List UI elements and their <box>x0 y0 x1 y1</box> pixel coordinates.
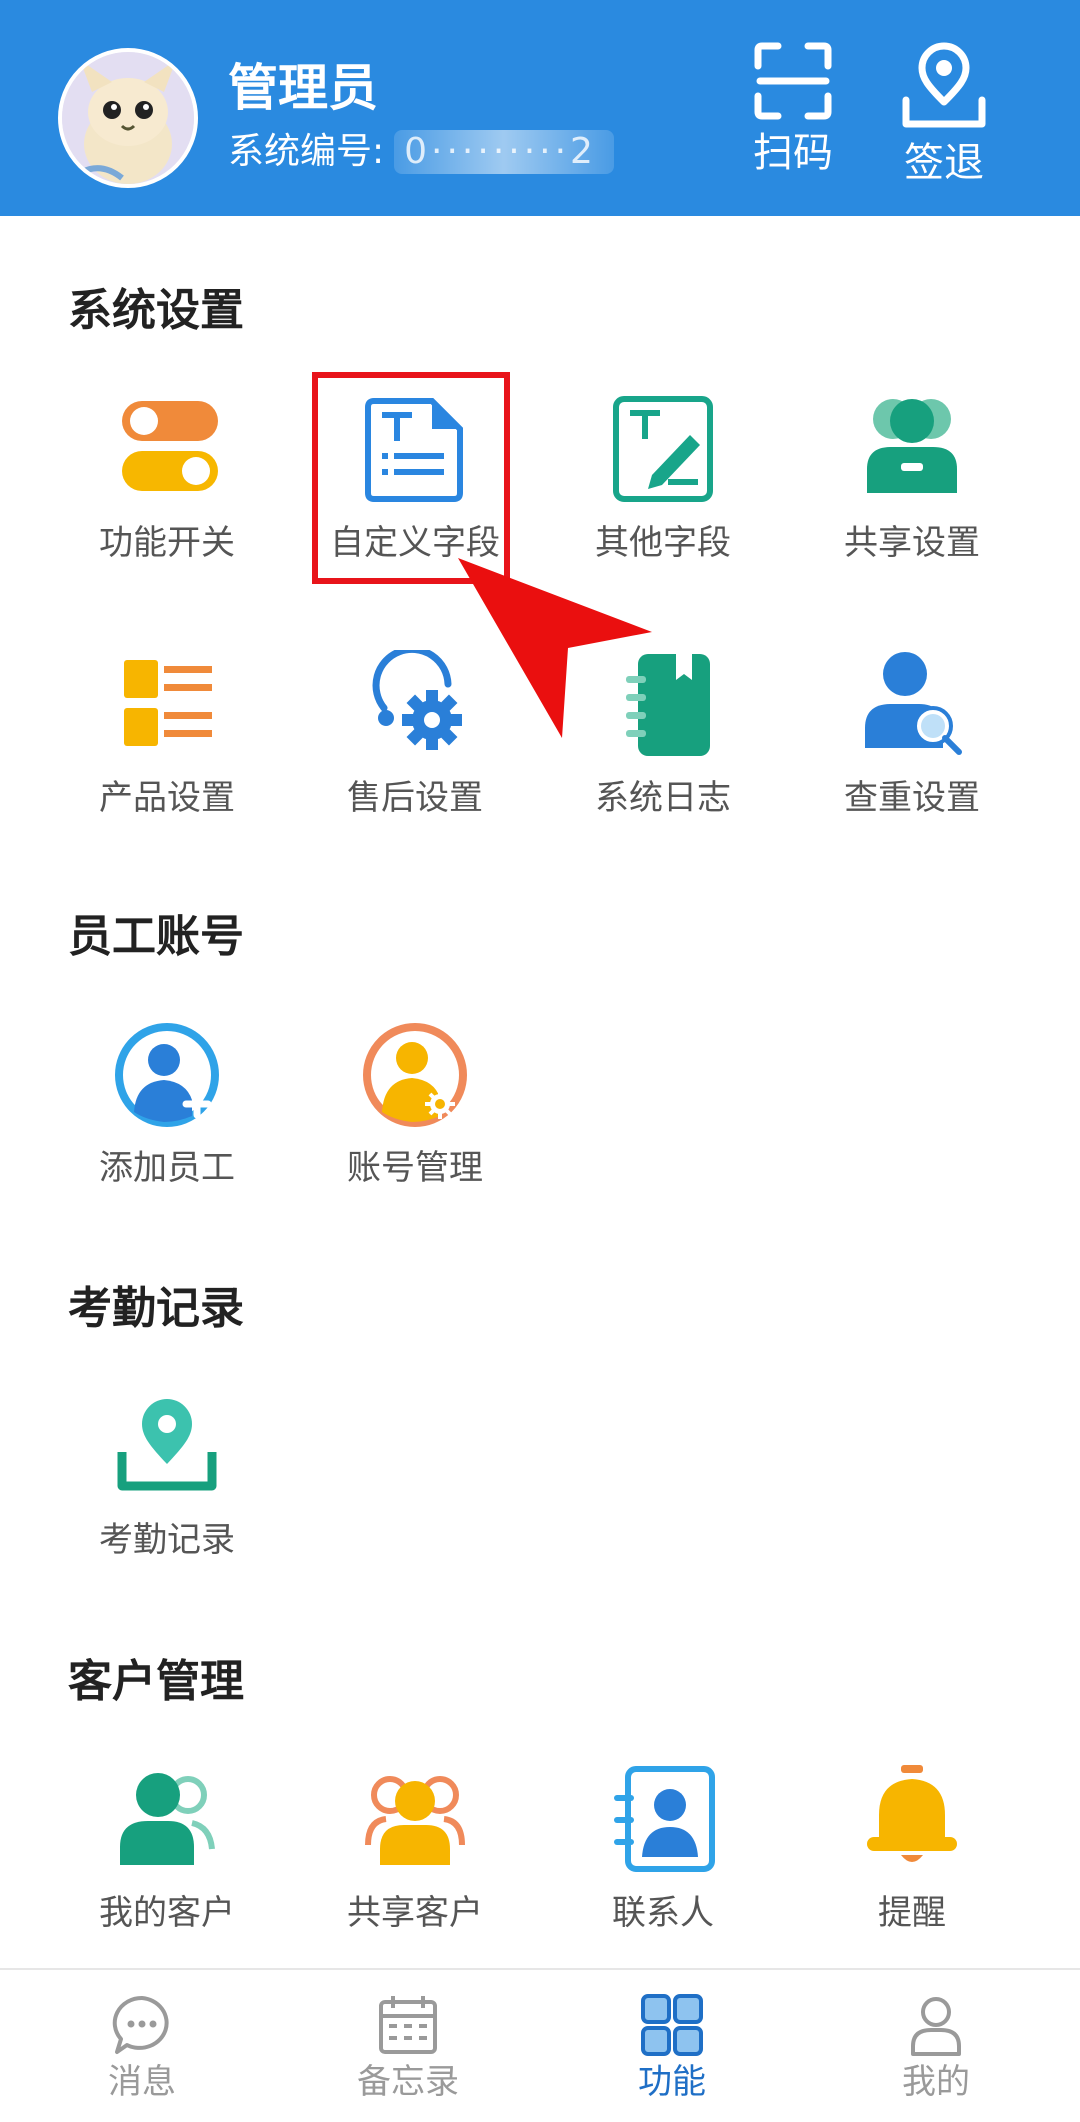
tile-feature-switch[interactable]: 功能开关 <box>42 395 292 575</box>
tab-messages[interactable]: 消息 <box>42 1992 242 2104</box>
system-id-value: 0·········2 <box>394 130 615 174</box>
scan-label: 扫码 <box>753 130 833 176</box>
tab-label: 备忘录 <box>357 2062 459 2102</box>
tile-label: 共享设置 <box>844 523 980 563</box>
tile-label: 我的客户 <box>99 1893 235 1933</box>
tab-label: 消息 <box>108 2062 176 2102</box>
system-id: 系统编号: 0·········2 <box>228 130 615 174</box>
my-customers-icon <box>112 1765 222 1875</box>
cat-avatar-icon <box>62 52 194 184</box>
location-checkout-icon <box>902 42 986 128</box>
tile-label: 考勤记录 <box>99 1520 235 1560</box>
tile-label: 添加员工 <box>99 1148 235 1188</box>
tile-contacts[interactable]: 联系人 <box>538 1765 788 1945</box>
tile-label: 联系人 <box>612 1893 714 1933</box>
location-pin-icon <box>112 1392 222 1502</box>
chat-bubble-icon <box>112 1995 169 2054</box>
checkout-button[interactable]: 签退 <box>884 40 1004 188</box>
add-user-icon <box>112 1020 222 1130</box>
section-title-staff: 员工账号 <box>68 911 244 962</box>
person-icon <box>911 1997 961 2056</box>
tile-dedupe-settings[interactable]: 查重设置 <box>787 650 1037 830</box>
shared-users-icon <box>857 395 967 505</box>
tab-memo[interactable]: 备忘录 <box>308 1992 508 2104</box>
tile-label: 查重设置 <box>844 778 980 818</box>
tile-other-field[interactable]: 其他字段 <box>538 395 788 575</box>
scan-icon <box>754 42 832 120</box>
system-id-label: 系统编号: <box>228 131 385 172</box>
tile-label: 提醒 <box>878 1893 946 1933</box>
section-title-system: 系统设置 <box>68 285 244 336</box>
grid-icon <box>641 1994 703 2056</box>
toggle-switch-icon <box>112 395 222 505</box>
calendar-icon <box>379 1996 437 2054</box>
tab-label: 我的 <box>902 2062 970 2102</box>
user-search-icon <box>857 650 967 760</box>
tile-my-customers[interactable]: 我的客户 <box>42 1765 292 1945</box>
section-title-attendance: 考勤记录 <box>68 1283 244 1334</box>
text-edit-icon <box>608 395 718 505</box>
user-name: 管理员 <box>228 59 378 117</box>
tile-share-settings[interactable]: 共享设置 <box>787 395 1037 575</box>
tile-label: 共享客户 <box>347 1893 483 1933</box>
contact-card-icon <box>608 1765 718 1875</box>
tile-add-staff[interactable]: 添加员工 <box>42 1020 292 1200</box>
red-arrow-icon <box>458 558 652 738</box>
user-settings-icon <box>360 1020 470 1130</box>
bottom-tab-bar: 消息 备忘录 功能 我的 <box>0 1968 1080 2122</box>
tile-account-management[interactable]: 账号管理 <box>290 1020 540 1200</box>
tile-reminder[interactable]: 提醒 <box>787 1765 1037 1945</box>
checkout-label: 签退 <box>904 140 984 186</box>
tile-label: 售后设置 <box>347 778 483 818</box>
tab-functions[interactable]: 功能 <box>572 1992 772 2104</box>
profile-header: 管理员 系统编号: 0·········2 扫码 签退 <box>0 0 1080 216</box>
shared-customers-icon <box>360 1765 470 1875</box>
scan-button[interactable]: 扫码 <box>733 40 853 178</box>
tile-attendance-record[interactable]: 考勤记录 <box>42 1392 292 1572</box>
tile-shared-customers[interactable]: 共享客户 <box>290 1765 540 1945</box>
tile-label: 产品设置 <box>99 778 235 818</box>
tile-product-settings[interactable]: 产品设置 <box>42 650 292 830</box>
tab-mine[interactable]: 我的 <box>836 1992 1036 2104</box>
tile-label: 功能开关 <box>99 523 235 563</box>
avatar[interactable] <box>58 48 198 188</box>
tile-label: 系统日志 <box>595 778 731 818</box>
tile-label: 账号管理 <box>347 1148 483 1188</box>
section-title-customers: 客户管理 <box>68 1656 244 1707</box>
product-list-icon <box>112 650 222 760</box>
tab-label: 功能 <box>638 2062 706 2102</box>
bell-icon <box>857 1765 967 1875</box>
